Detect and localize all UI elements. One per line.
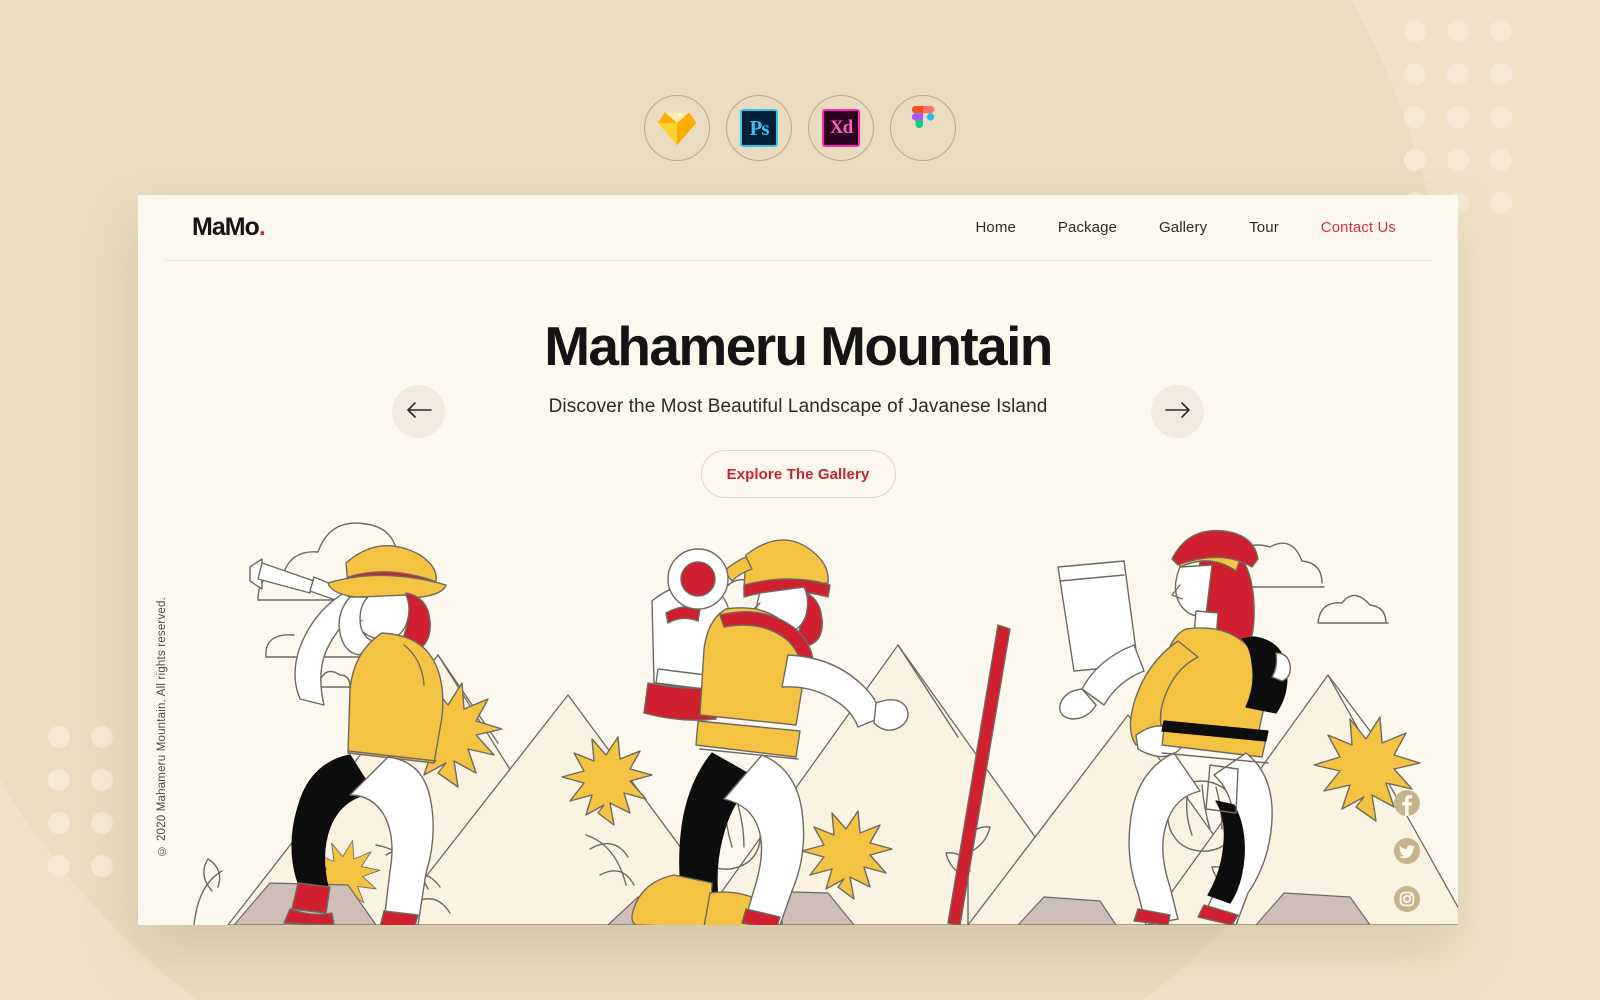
photoshop-icon: Ps <box>740 109 778 147</box>
figma-icon <box>908 106 938 150</box>
design-tool-icon-row: Ps Xd <box>0 95 1600 161</box>
explore-gallery-button[interactable]: Explore The Gallery <box>700 450 896 498</box>
decorative-dot <box>1447 63 1469 85</box>
sketch-icon <box>656 109 698 147</box>
decorative-dot <box>1404 20 1426 42</box>
navbar: MaMo. Home Package Gallery Tour Contact … <box>164 195 1432 261</box>
decorative-dot <box>48 855 70 877</box>
hero-section: Mahameru Mountain Discover the Most Beau… <box>138 261 1458 498</box>
page-title: Mahameru Mountain <box>544 315 1053 377</box>
arrow-right-icon <box>1164 401 1191 422</box>
decorative-dot <box>91 812 113 834</box>
decorative-dot <box>91 769 113 791</box>
decorative-dot <box>48 726 70 748</box>
carousel-prev-button[interactable] <box>392 385 445 438</box>
hero-illustration: .ln{ fill:none; stroke:#6E6A62; stroke-w… <box>138 505 1458 925</box>
decorative-dot <box>48 769 70 791</box>
facebook-icon[interactable] <box>1394 790 1420 816</box>
decorative-dot <box>1490 63 1512 85</box>
arrow-left-icon <box>406 401 432 422</box>
social-links <box>1394 790 1420 912</box>
brand-logo[interactable]: MaMo. <box>192 213 266 242</box>
twitter-icon[interactable] <box>1394 838 1420 864</box>
nav-link-package[interactable]: Package <box>1058 219 1117 236</box>
decorative-dot <box>91 855 113 877</box>
nav-link-gallery[interactable]: Gallery <box>1159 219 1207 236</box>
nav-link-home[interactable]: Home <box>975 219 1015 236</box>
nav-link-tour[interactable]: Tour <box>1249 219 1279 236</box>
figma-icon-button[interactable] <box>890 95 956 161</box>
decorative-dot <box>1490 192 1512 214</box>
nav-link-contact-us[interactable]: Contact Us <box>1321 219 1396 236</box>
decorative-dot <box>1447 20 1469 42</box>
brand-logo-text: MaMo <box>192 213 260 241</box>
carousel-next-button[interactable] <box>1151 385 1204 438</box>
hero-subtitle: Discover the Most Beautiful Landscape of… <box>548 396 1048 417</box>
landing-page-card: MaMo. Home Package Gallery Tour Contact … <box>138 195 1458 925</box>
nav-links: Home Package Gallery Tour Contact Us <box>975 219 1396 236</box>
brand-logo-dot: . <box>258 213 266 241</box>
decorative-dot <box>1490 20 1512 42</box>
decorative-dot <box>48 812 70 834</box>
adobe-xd-icon-button[interactable]: Xd <box>808 95 874 161</box>
photoshop-icon-button[interactable]: Ps <box>726 95 792 161</box>
decorative-dot <box>91 726 113 748</box>
instagram-icon[interactable] <box>1394 886 1420 912</box>
sketch-icon-button[interactable] <box>644 95 710 161</box>
decorative-dot <box>1404 63 1426 85</box>
adobe-xd-icon: Xd <box>822 109 860 147</box>
